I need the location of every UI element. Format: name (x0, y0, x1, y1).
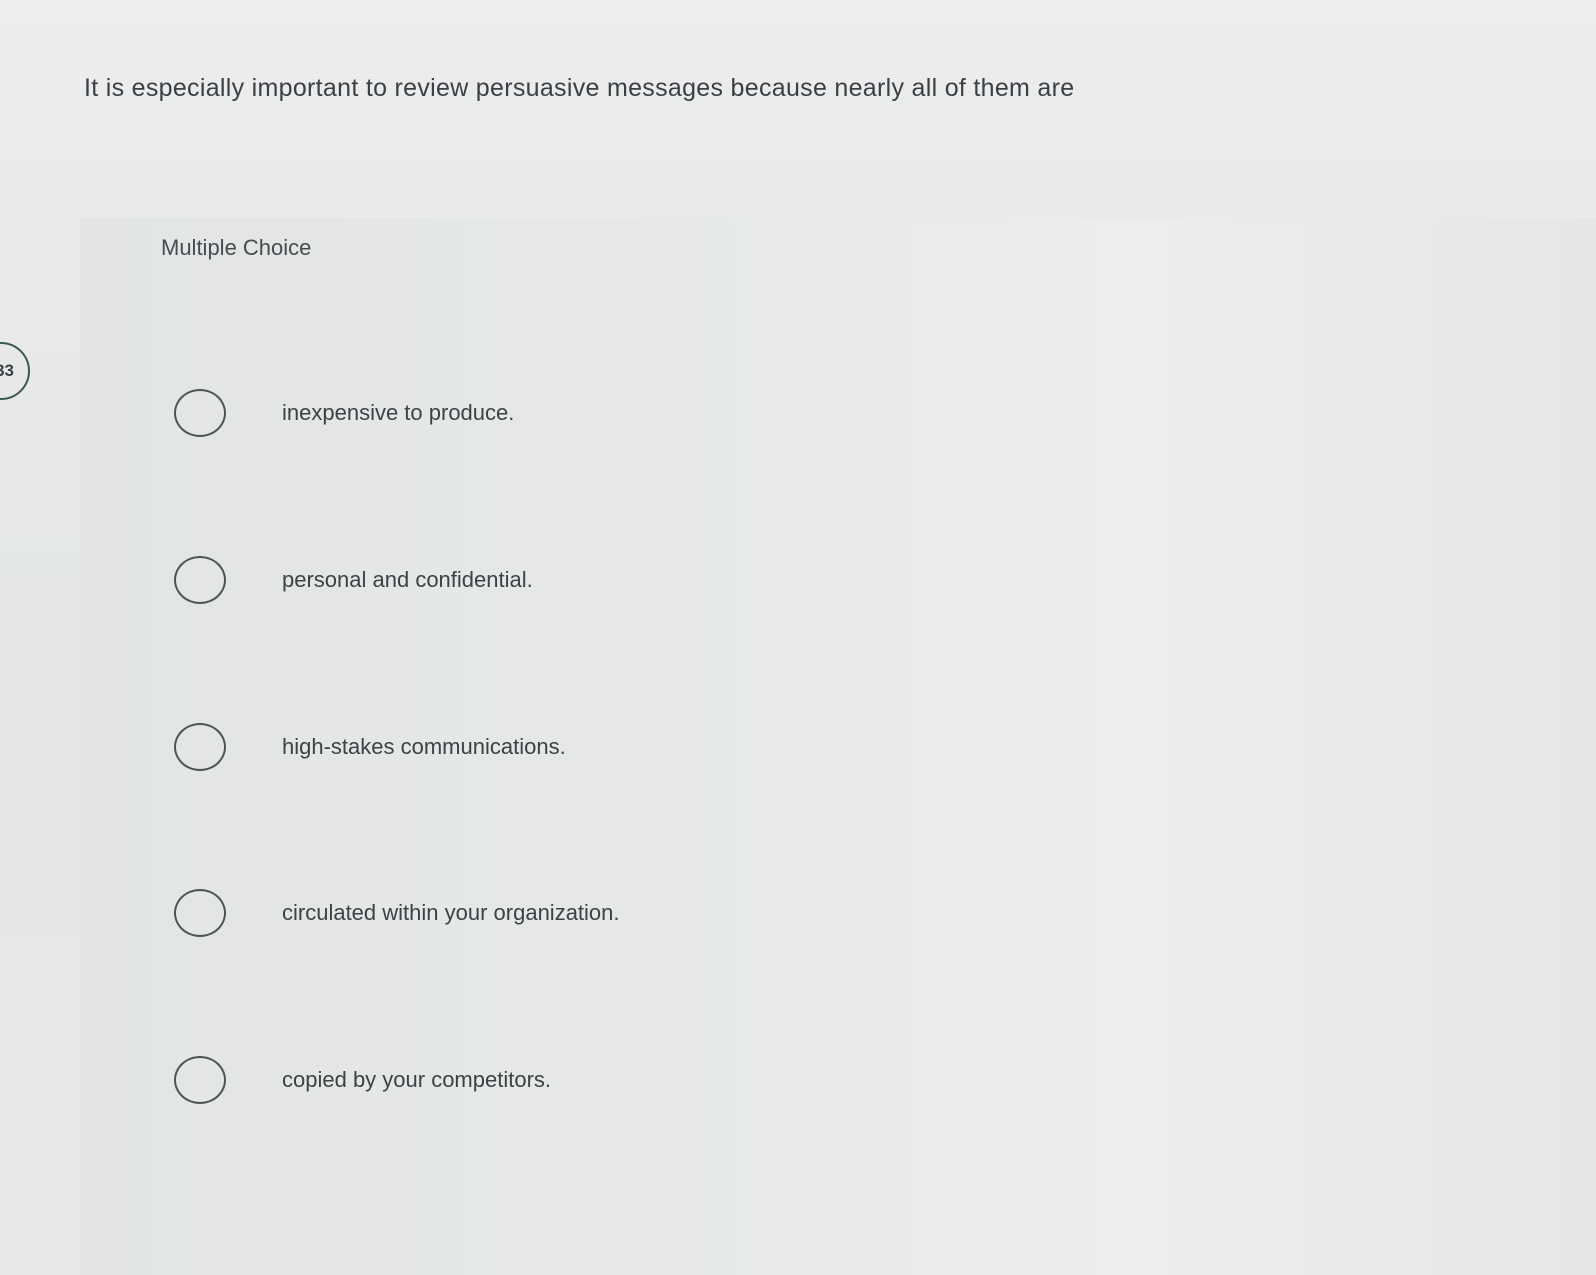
question-type-label: Multiple Choice (161, 235, 312, 260)
choice-option-2[interactable]: personal and confidential. (174, 553, 533, 607)
choice-option-4[interactable]: circulated within your organization. (174, 886, 620, 940)
choice-option-3[interactable]: high-stakes communications. (174, 720, 566, 774)
choice-option-5[interactable]: copied by your competitors. (174, 1053, 551, 1107)
choice-option-1[interactable]: inexpensive to produce. (174, 386, 514, 440)
radio-button-4[interactable] (174, 889, 226, 937)
choice-label-2: personal and confidential. (282, 567, 533, 592)
radio-button-1[interactable] (174, 389, 226, 437)
choice-label-3: high-stakes communications. (282, 734, 566, 759)
question-number: 33 (0, 361, 14, 380)
choice-label-1: inexpensive to produce. (282, 400, 515, 425)
choice-label-5: copied by your competitors. (282, 1067, 552, 1092)
radio-button-2[interactable] (174, 556, 226, 604)
radio-button-3[interactable] (174, 723, 226, 771)
quiz-page: It is especially important to review per… (0, 0, 1596, 1275)
radio-button-5[interactable] (174, 1056, 226, 1104)
choice-label-4: circulated within your organization. (282, 900, 620, 925)
question-text: It is especially important to review per… (84, 74, 1075, 102)
question-number-badge[interactable]: 33 (0, 342, 30, 400)
